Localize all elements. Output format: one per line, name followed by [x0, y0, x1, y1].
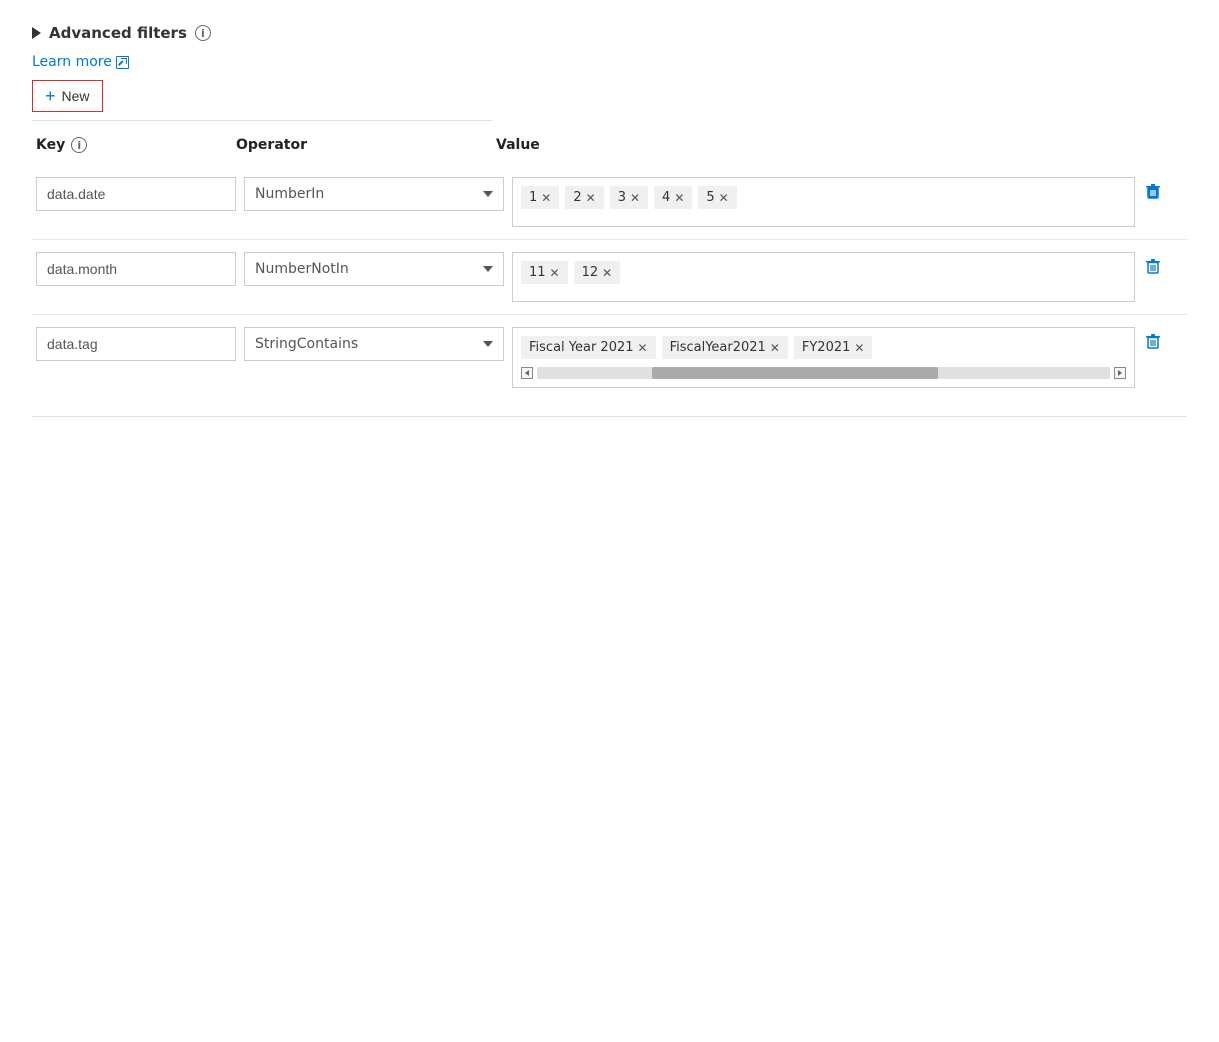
collapse-icon[interactable]	[32, 27, 41, 39]
key-input-1[interactable]	[36, 177, 236, 211]
divider	[32, 120, 492, 121]
key-input-2[interactable]	[36, 252, 236, 286]
tag: 11✕	[521, 261, 568, 284]
value-box-3: Fiscal Year 2021✕ FiscalYear2021✕ FY2021…	[512, 327, 1135, 388]
tag: 3✕	[610, 186, 648, 209]
scroll-left-arrow[interactable]	[521, 367, 533, 379]
tag: 4✕	[654, 186, 692, 209]
filter-row: NumberNotIn 11✕ 12✕	[32, 240, 1187, 315]
tag: 5✕	[698, 186, 736, 209]
section-title: Advanced filters	[49, 24, 187, 42]
tag-remove[interactable]: ✕	[854, 342, 864, 354]
value-tags-3: Fiscal Year 2021✕ FiscalYear2021✕ FY2021…	[521, 336, 1126, 359]
tag: FY2021✕	[794, 336, 873, 359]
value-tags-1: 1✕ 2✕ 3✕ 4✕ 5✕	[521, 186, 1126, 209]
filter-rows: NumberIn 1✕ 2✕ 3✕ 4✕ 5✕	[32, 165, 1187, 400]
tag-remove[interactable]: ✕	[541, 192, 551, 204]
value-box-2: 11✕ 12✕	[512, 252, 1135, 302]
tag-remove[interactable]: ✕	[638, 342, 648, 354]
info-icon[interactable]: i	[195, 25, 211, 41]
tag-remove[interactable]: ✕	[550, 267, 560, 279]
tag: 1✕	[521, 186, 559, 209]
trash-icon	[1143, 331, 1163, 351]
tag-remove[interactable]: ✕	[770, 342, 780, 354]
value-column-header: Value	[496, 137, 1183, 153]
tag-remove[interactable]: ✕	[674, 192, 684, 204]
bottom-divider	[32, 416, 1187, 417]
tag: FiscalYear2021✕	[662, 336, 788, 359]
filter-row: StringContains Fiscal Year 2021✕ FiscalY…	[32, 315, 1187, 400]
operator-select-2[interactable]: NumberNotIn	[244, 252, 504, 286]
scroll-thumb[interactable]	[652, 367, 939, 379]
chevron-down-icon	[483, 191, 493, 197]
scroll-track[interactable]	[537, 367, 1110, 379]
plus-icon: +	[45, 87, 56, 105]
tag-remove[interactable]: ✕	[586, 192, 596, 204]
delete-button-3[interactable]	[1143, 327, 1183, 351]
tag: 2✕	[565, 186, 603, 209]
tag: Fiscal Year 2021✕	[521, 336, 656, 359]
chevron-down-icon	[483, 266, 493, 272]
table-header: Key i Operator Value	[32, 137, 1187, 153]
operator-select-1[interactable]: NumberIn	[244, 177, 504, 211]
external-link-icon	[116, 56, 129, 69]
trash-icon	[1143, 181, 1163, 201]
key-column-header: Key i	[36, 137, 236, 153]
tag: 12✕	[574, 261, 621, 284]
section-header: Advanced filters i	[32, 24, 1187, 42]
operator-select-3[interactable]: StringContains	[244, 327, 504, 361]
scroll-right-arrow[interactable]	[1114, 367, 1126, 379]
key-info-icon[interactable]: i	[71, 137, 87, 153]
operator-column-header: Operator	[236, 137, 496, 153]
chevron-down-icon	[483, 341, 493, 347]
key-input-3[interactable]	[36, 327, 236, 361]
delete-button-1[interactable]	[1143, 177, 1183, 201]
filter-row: NumberIn 1✕ 2✕ 3✕ 4✕ 5✕	[32, 165, 1187, 240]
value-tags-2: 11✕ 12✕	[521, 261, 1126, 284]
scrollbar[interactable]	[521, 367, 1126, 379]
value-box-1: 1✕ 2✕ 3✕ 4✕ 5✕	[512, 177, 1135, 227]
tag-remove[interactable]: ✕	[719, 192, 729, 204]
trash-icon	[1143, 256, 1163, 276]
tag-remove[interactable]: ✕	[602, 267, 612, 279]
learn-more-link[interactable]: Learn more	[32, 54, 129, 70]
new-button[interactable]: + New	[32, 80, 103, 112]
delete-button-2[interactable]	[1143, 252, 1183, 276]
advanced-filters-section: Advanced filters i Learn more + New Key …	[32, 24, 1187, 417]
tag-remove[interactable]: ✕	[630, 192, 640, 204]
